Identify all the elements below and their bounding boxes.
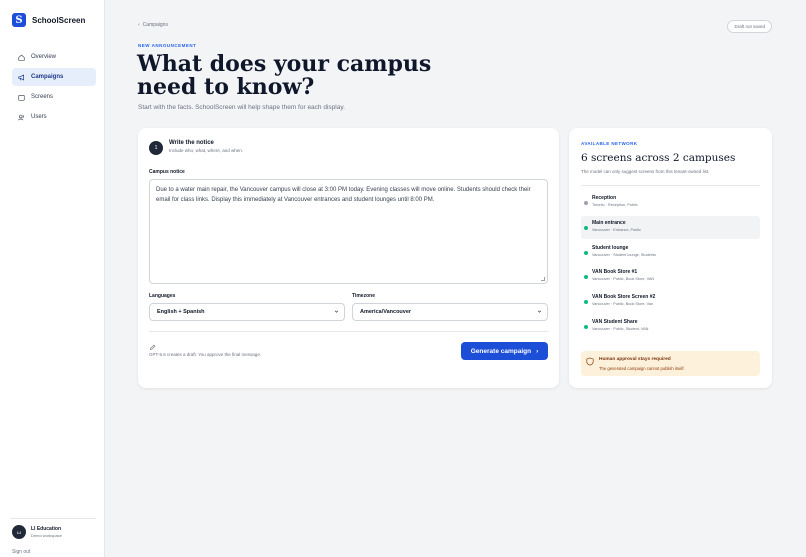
- shield-icon: [586, 357, 594, 366]
- screen-item-van-book-store-2[interactable]: VAN Book Store Screen #2 Vancouver · Pub…: [581, 290, 760, 313]
- sidebar-nav: Overview Campaigns Screens Users: [12, 48, 96, 128]
- brand-name: SchoolScreen: [32, 15, 86, 25]
- screen-meta: Vancouver · Public, Book Store, Van: [592, 302, 654, 307]
- page-title: What does your campus need to know?: [137, 51, 432, 100]
- workspace-name: Demo workspace: [31, 533, 62, 538]
- network-title: 6 screens across 2 campuses: [581, 152, 736, 164]
- screen-meta: Toronto · Reception, Public: [592, 203, 638, 207]
- approval-title: Human approval stays required: [599, 357, 671, 362]
- network-card: AVAILABLE NETWORK 6 screens across 2 cam…: [569, 128, 772, 388]
- generate-campaign-button[interactable]: Generate campaign ›: [461, 342, 548, 360]
- chevron-down-icon: [537, 310, 542, 313]
- screen-item-reception[interactable]: Reception Toronto · Reception, Public: [581, 191, 760, 214]
- screen-item-student-lounge[interactable]: Student lounge Vancouver · Student loung…: [581, 241, 760, 264]
- campus-notice-label: Campus notice: [149, 169, 185, 175]
- step-header: 1 Write the notice Include who, what, wh…: [149, 140, 243, 155]
- status-dot-icon: [584, 225, 588, 230]
- divider: [581, 185, 760, 186]
- generate-campaign-label: Generate campaign: [470, 347, 532, 355]
- megaphone-icon: [18, 73, 24, 81]
- screen-name: Main entrance: [592, 219, 626, 226]
- sidebar-item-campaigns[interactable]: Campaigns: [12, 68, 96, 86]
- status-dot-icon: [584, 324, 588, 329]
- monitor-icon: [18, 94, 25, 101]
- breadcrumb[interactable]: ‹ Campaigns: [138, 22, 168, 28]
- approval-subtitle: The generated campaign cannot publish it…: [599, 366, 685, 371]
- divider: [149, 331, 548, 332]
- avatar: LI: [12, 525, 26, 539]
- pencil-icon: [149, 344, 156, 351]
- sidebar-item-users[interactable]: Users: [12, 108, 96, 126]
- step-title: Write the notice: [169, 140, 214, 146]
- ai-footnote: GPT-5.6 creates a draft. You approve the…: [149, 352, 262, 357]
- screen-name: VAN Student Share: [592, 318, 638, 325]
- timezone-value: America/Vancouver: [360, 309, 412, 315]
- screen-name: Student lounge: [592, 244, 629, 251]
- screen-meta: Vancouver · Entrance, Public: [592, 227, 641, 232]
- page-eyebrow: NEW ANNOUNCEMENT: [138, 43, 197, 48]
- divider: [10, 518, 96, 519]
- status-dot-icon: [584, 275, 588, 280]
- languages-select[interactable]: English + Spanish: [149, 303, 345, 321]
- draft-status-badge: Draft not saved: [727, 20, 772, 33]
- screen-name: VAN Book Store #1: [592, 269, 638, 276]
- sidebar-item-overview[interactable]: Overview: [12, 48, 96, 66]
- network-subtitle: The model can only suggest screens from …: [581, 169, 710, 174]
- languages-value: English + Spanish: [157, 309, 205, 315]
- user-card[interactable]: LI LI Education Demo workspace: [12, 525, 62, 539]
- chevron-down-icon: [334, 310, 339, 313]
- sign-out-link[interactable]: Sign out: [12, 549, 30, 555]
- sidebar: S SchoolScreen Overview Campaigns Screen…: [0, 0, 105, 557]
- brand-logo-icon: S: [12, 13, 26, 27]
- step-subtitle: Include who, what, where, and when.: [169, 148, 244, 153]
- chevron-left-icon: ‹: [138, 22, 140, 28]
- step-number-badge: 1: [149, 141, 163, 155]
- resize-handle-icon[interactable]: [541, 277, 545, 281]
- screen-name: Reception: [592, 195, 617, 201]
- sidebar-item-label: Overview: [31, 54, 57, 60]
- campus-notice-text: Due to a water main repair, the Vancouve…: [156, 187, 531, 203]
- sidebar-item-label: Campaigns: [31, 74, 64, 80]
- screen-meta: Vancouver · Public, Book Store, VAN: [592, 277, 655, 282]
- breadcrumb-campaigns: Campaigns: [142, 22, 168, 28]
- screen-meta: Vancouver · Student lounge, Students: [592, 252, 656, 257]
- sidebar-item-screens[interactable]: Screens: [12, 88, 96, 106]
- campus-notice-textarea[interactable]: Due to a water main repair, the Vancouve…: [149, 179, 548, 284]
- screen-name: VAN Book Store Screen #2: [592, 294, 656, 301]
- timezone-label: Timezone: [352, 293, 375, 299]
- network-eyebrow: AVAILABLE NETWORK: [581, 141, 638, 146]
- screen-list: Reception Toronto · Reception, Public Ma…: [581, 191, 760, 340]
- screen-item-van-student-share[interactable]: VAN Student Share Vancouver · Public, St…: [581, 315, 760, 338]
- user-name: LI Education: [31, 526, 61, 532]
- chevron-right-icon: ›: [536, 347, 539, 355]
- notice-card: 1 Write the notice Include who, what, wh…: [138, 128, 559, 388]
- timezone-select[interactable]: America/Vancouver: [352, 303, 548, 321]
- screen-meta: Vancouver · Public, Student, VAN: [592, 326, 649, 331]
- users-icon: [18, 114, 24, 120]
- sidebar-item-label: Screens: [31, 94, 54, 100]
- sidebar-item-label: Users: [31, 114, 47, 120]
- status-dot-icon: [584, 300, 588, 305]
- brand[interactable]: S SchoolScreen: [12, 13, 85, 27]
- status-dot-icon: [584, 250, 588, 255]
- screen-item-van-book-store-1[interactable]: VAN Book Store #1 Vancouver · Public, Bo…: [581, 265, 760, 288]
- status-dot-icon: [584, 201, 588, 205]
- home-icon: [18, 54, 25, 61]
- page-subtitle: Start with the facts. SchoolScreen will …: [138, 104, 345, 111]
- screen-item-main-entrance[interactable]: Main entrance Vancouver · Entrance, Publ…: [581, 215, 760, 239]
- approval-notice: Human approval stays required The genera…: [581, 351, 760, 376]
- languages-label: Languages: [149, 293, 176, 299]
